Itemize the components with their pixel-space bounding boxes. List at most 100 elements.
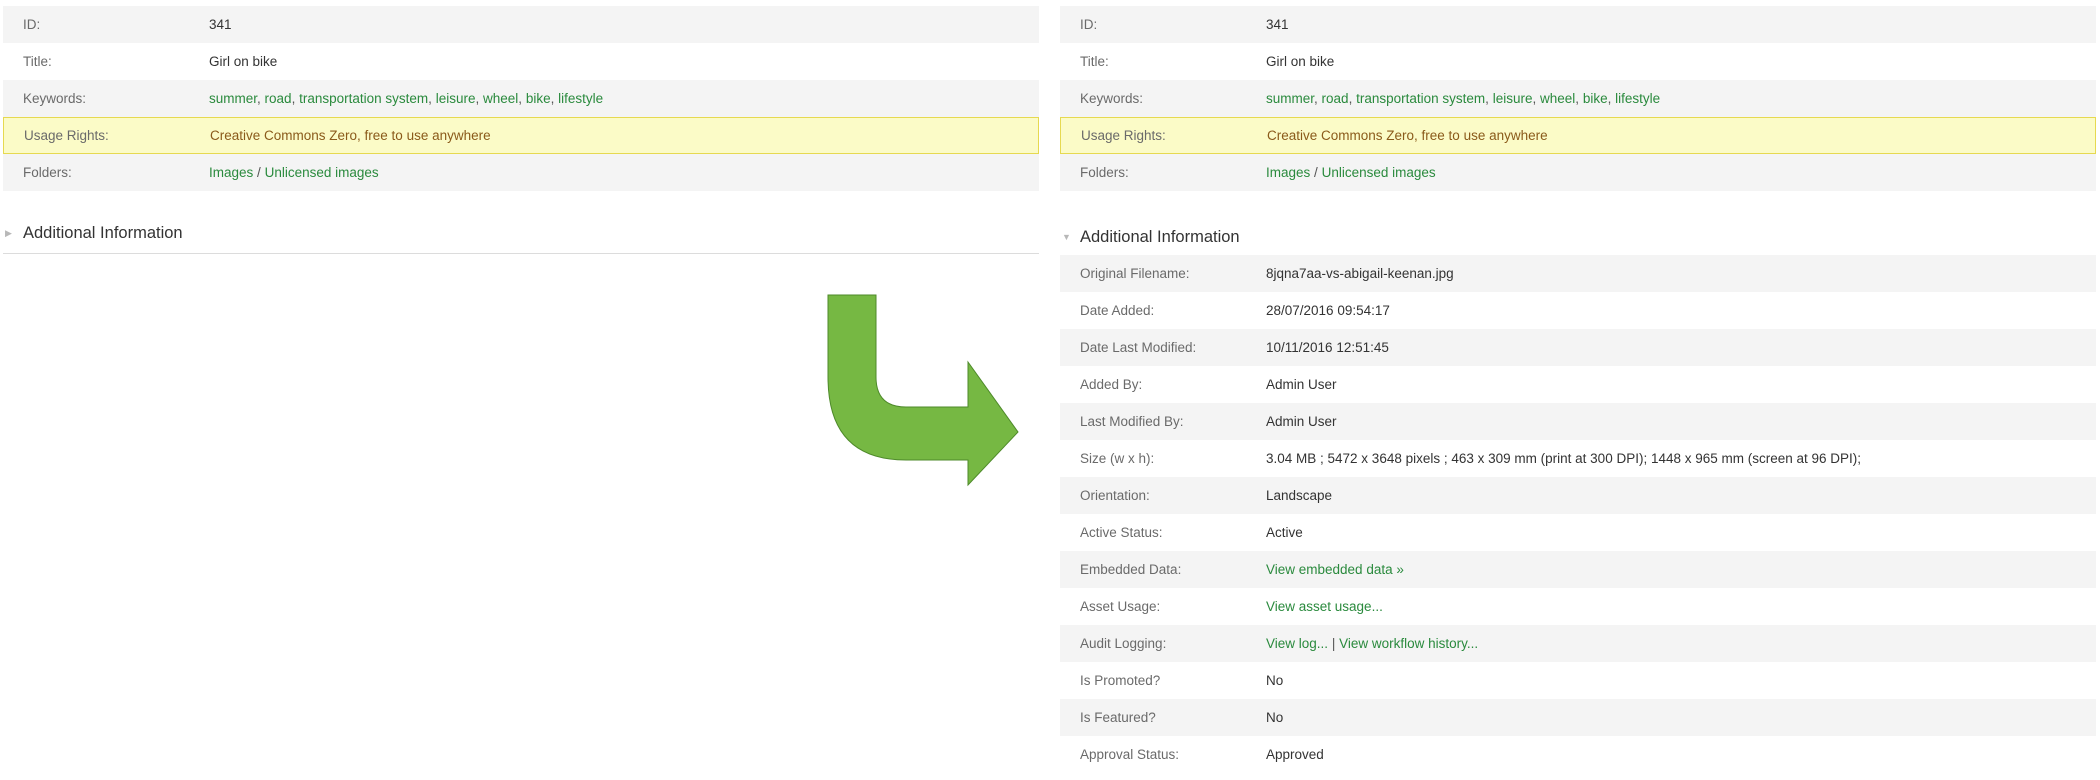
keyword-separator: , bbox=[1485, 91, 1489, 106]
usage-rights-label: Usage Rights: bbox=[24, 128, 109, 143]
folder-link-unlicensed[interactable]: Unlicensed images bbox=[265, 165, 379, 180]
keyword-separator: , bbox=[550, 91, 555, 106]
keywords-label: Keywords: bbox=[23, 91, 87, 106]
usage-rights-value: Creative Commons Zero, free to use anywh… bbox=[210, 128, 491, 143]
folders-path: Images / Unlicensed images bbox=[209, 165, 379, 180]
folders-label: Folders: bbox=[23, 165, 72, 180]
keyword-link[interactable]: wheel bbox=[1540, 91, 1575, 106]
keyword-link[interactable]: wheel bbox=[483, 91, 518, 106]
original-filename-value: 8jqna7aa-vs-abigail-keenan.jpg bbox=[1266, 266, 1454, 281]
keyword-separator: , bbox=[428, 91, 432, 106]
view-embedded-data-link[interactable]: View embedded data » bbox=[1266, 562, 1404, 577]
keyword-separator: , bbox=[257, 91, 261, 106]
size-row: Size (w x h): 3.04 MB ; 5472 x 3648 pixe… bbox=[1060, 440, 2096, 477]
keyword-separator: , bbox=[518, 91, 523, 106]
audit-logging-label: Audit Logging: bbox=[1080, 636, 1167, 651]
asset-details-collapsed: ID: 341 Title: Girl on bike Keywords: su… bbox=[3, 6, 1039, 254]
active-status-row: Active Status: Active bbox=[1060, 514, 2096, 551]
audit-link-separator: | bbox=[1331, 636, 1336, 651]
orientation-row: Orientation: Landscape bbox=[1060, 477, 2096, 514]
added-by-row: Added By: Admin User bbox=[1060, 366, 2096, 403]
additional-info-toggle-collapsed[interactable]: ▶ Additional Information bbox=[3, 213, 1039, 254]
usage-rights-label: Usage Rights: bbox=[1081, 128, 1166, 143]
keyword-separator: , bbox=[1532, 91, 1537, 106]
original-filename-row: Original Filename: 8jqna7aa-vs-abigail-k… bbox=[1060, 255, 2096, 292]
date-added-value: 28/07/2016 09:54:17 bbox=[1266, 303, 1390, 318]
date-added-label: Date Added: bbox=[1080, 303, 1155, 318]
folder-link-unlicensed[interactable]: Unlicensed images bbox=[1322, 165, 1436, 180]
keyword-link[interactable]: road bbox=[265, 91, 292, 106]
keyword-link[interactable]: bike bbox=[526, 91, 551, 106]
asset-usage-label: Asset Usage: bbox=[1080, 599, 1161, 614]
usage-rights-row: Usage Rights: Creative Commons Zero, fre… bbox=[1060, 117, 2096, 154]
curved-arrow-icon bbox=[827, 294, 1019, 487]
last-modified-by-label: Last Modified By: bbox=[1080, 414, 1184, 429]
id-row: ID: 341 bbox=[1060, 6, 2096, 43]
additional-info-heading: Additional Information bbox=[23, 223, 183, 242]
folders-label: Folders: bbox=[1080, 165, 1129, 180]
folder-separator: / bbox=[1314, 165, 1318, 180]
keyword-link[interactable]: bike bbox=[1583, 91, 1608, 106]
keyword-separator: , bbox=[1314, 91, 1318, 106]
audit-logging-row: Audit Logging: View log... | View workfl… bbox=[1060, 625, 2096, 662]
asset-details-expanded: ID: 341 Title: Girl on bike Keywords: su… bbox=[1060, 6, 2096, 773]
keyword-separator: , bbox=[291, 91, 296, 106]
active-status-label: Active Status: bbox=[1080, 525, 1163, 540]
keywords-list: summer, road, transportation system, lei… bbox=[1266, 91, 1660, 106]
is-promoted-row: Is Promoted? No bbox=[1060, 662, 2096, 699]
approval-status-label: Approval Status: bbox=[1080, 747, 1180, 762]
keyword-link[interactable]: transportation system bbox=[299, 91, 428, 106]
title-value: Girl on bike bbox=[1266, 54, 1335, 69]
audit-logging-links: View log... | View workflow history... bbox=[1266, 636, 1478, 651]
title-row: Title: Girl on bike bbox=[1060, 43, 2096, 80]
keyword-separator: , bbox=[1607, 91, 1612, 106]
date-last-modified-value: 10/11/2016 12:51:45 bbox=[1266, 340, 1389, 355]
date-added-row: Date Added: 28/07/2016 09:54:17 bbox=[1060, 292, 2096, 329]
additional-info-toggle-expanded[interactable]: ▼ Additional Information bbox=[1060, 219, 2096, 255]
folder-separator: / bbox=[257, 165, 261, 180]
date-last-modified-label: Date Last Modified: bbox=[1080, 340, 1197, 355]
id-row: ID: 341 bbox=[3, 6, 1039, 43]
folders-row: Folders: Images / Unlicensed images bbox=[3, 154, 1039, 191]
approval-status-value: Approved bbox=[1266, 747, 1324, 762]
keyword-link[interactable]: transportation system bbox=[1356, 91, 1485, 106]
title-value: Girl on bike bbox=[209, 54, 278, 69]
keyword-separator: , bbox=[475, 91, 480, 106]
keyword-link[interactable]: leisure bbox=[1493, 91, 1533, 106]
keyword-link[interactable]: lifestyle bbox=[558, 91, 603, 106]
embedded-data-row: Embedded Data: View embedded data » bbox=[1060, 551, 2096, 588]
keywords-label: Keywords: bbox=[1080, 91, 1144, 106]
view-asset-usage-link[interactable]: View asset usage... bbox=[1266, 599, 1383, 614]
is-featured-value: No bbox=[1266, 710, 1284, 725]
size-value: 3.04 MB ; 5472 x 3648 pixels ; 463 x 309… bbox=[1266, 451, 1862, 466]
id-value: 341 bbox=[209, 17, 232, 32]
embedded-data-label: Embedded Data: bbox=[1080, 562, 1182, 577]
is-promoted-label: Is Promoted? bbox=[1080, 673, 1161, 688]
usage-rights-value: Creative Commons Zero, free to use anywh… bbox=[1267, 128, 1548, 143]
orientation-label: Orientation: bbox=[1080, 488, 1150, 503]
keyword-link[interactable]: summer bbox=[1266, 91, 1314, 106]
caret-down-icon: ▼ bbox=[1062, 232, 1071, 242]
keyword-link[interactable]: summer bbox=[209, 91, 257, 106]
folder-link-images[interactable]: Images bbox=[1266, 165, 1310, 180]
asset-usage-row: Asset Usage: View asset usage... bbox=[1060, 588, 2096, 625]
keyword-link[interactable]: lifestyle bbox=[1615, 91, 1660, 106]
keyword-link[interactable]: road bbox=[1322, 91, 1349, 106]
added-by-value: Admin User bbox=[1266, 377, 1337, 392]
id-label: ID: bbox=[23, 17, 41, 32]
keywords-list: summer, road, transportation system, lei… bbox=[209, 91, 603, 106]
keyword-separator: , bbox=[1348, 91, 1353, 106]
folders-path: Images / Unlicensed images bbox=[1266, 165, 1436, 180]
view-log-link[interactable]: View log... bbox=[1266, 636, 1328, 651]
folders-row: Folders: Images / Unlicensed images bbox=[1060, 154, 2096, 191]
folder-link-images[interactable]: Images bbox=[209, 165, 253, 180]
keyword-link[interactable]: leisure bbox=[436, 91, 476, 106]
id-label: ID: bbox=[1080, 17, 1098, 32]
caret-right-icon: ▶ bbox=[5, 227, 12, 238]
added-by-label: Added By: bbox=[1080, 377, 1143, 392]
view-workflow-history-link[interactable]: View workflow history... bbox=[1339, 636, 1478, 651]
is-promoted-value: No bbox=[1266, 673, 1284, 688]
original-filename-label: Original Filename: bbox=[1080, 266, 1190, 281]
keywords-row: Keywords: summer, road, transportation s… bbox=[3, 80, 1039, 117]
id-value: 341 bbox=[1266, 17, 1289, 32]
